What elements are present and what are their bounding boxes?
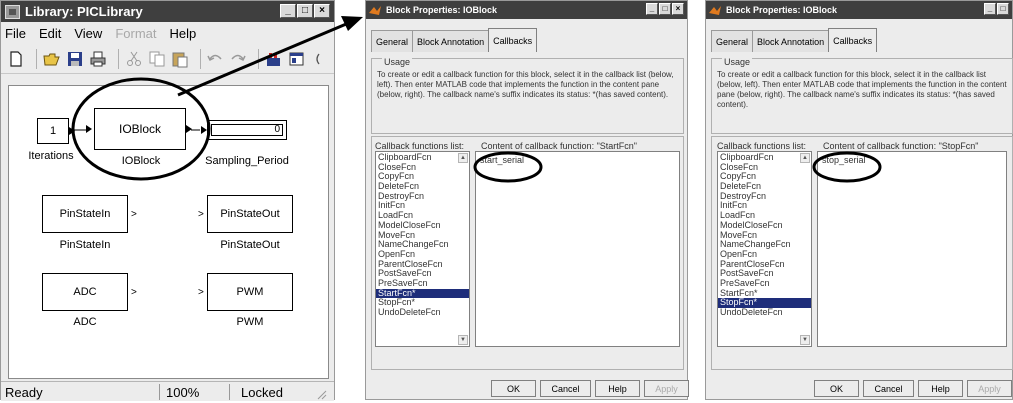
highlight-ellipse xyxy=(473,151,543,183)
annotation-overlay xyxy=(71,16,882,183)
highlight-ellipse xyxy=(71,77,211,181)
highlight-ellipse xyxy=(812,151,882,183)
annotation-arrow xyxy=(177,20,352,97)
